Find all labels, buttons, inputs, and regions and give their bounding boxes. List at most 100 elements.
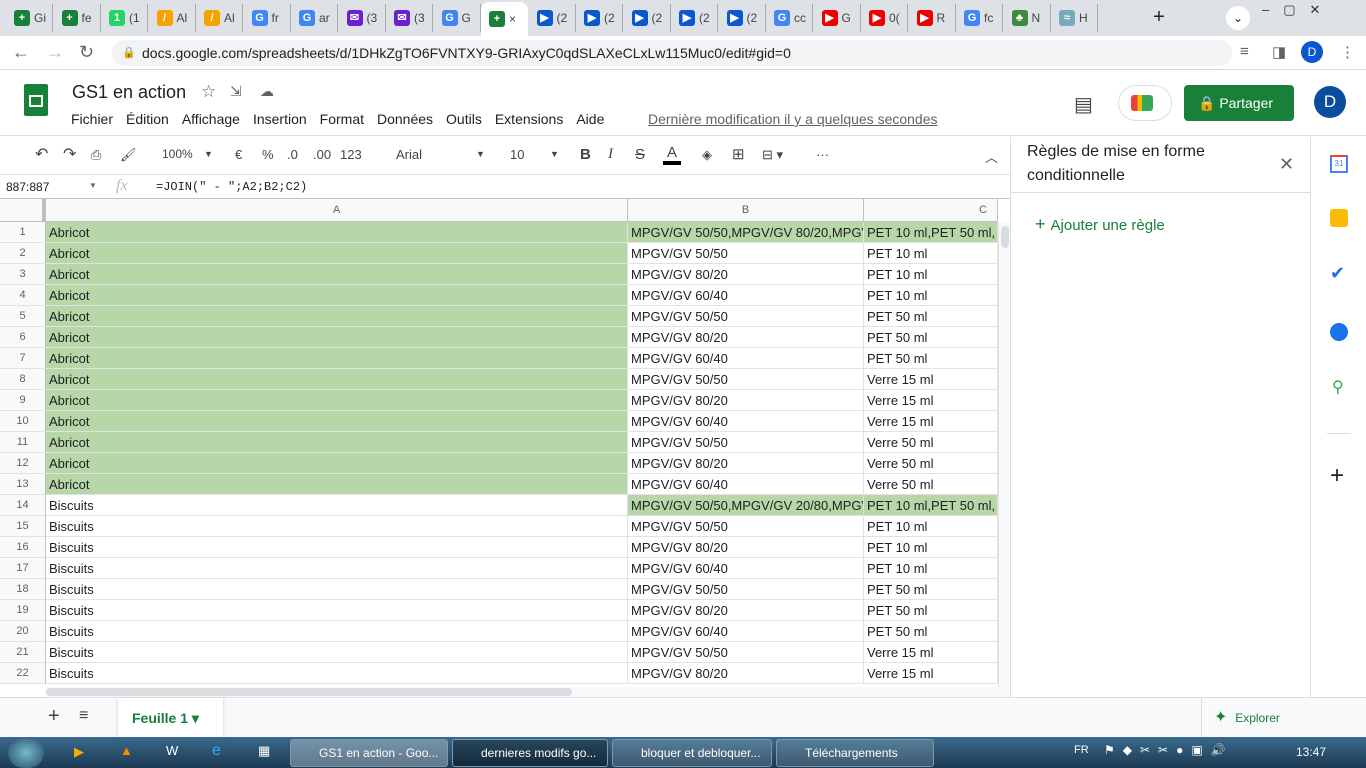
keep-icon[interactable]	[1330, 209, 1348, 227]
paint-format-icon[interactable]: 🖌	[120, 147, 137, 163]
row-header[interactable]: 16	[0, 537, 46, 558]
browser-tab[interactable]: Gfr	[244, 4, 291, 32]
start-button[interactable]	[8, 737, 44, 768]
cell-c[interactable]: PET 10 ml	[864, 558, 998, 579]
cell-a[interactable]: Abricot	[46, 285, 628, 306]
taskbar-window-notepad-2[interactable]: bloquer et debloquer...	[612, 739, 772, 767]
cell-a[interactable]: Biscuits	[46, 663, 628, 684]
cell-c[interactable]: Verre 15 ml	[864, 390, 998, 411]
cell-b[interactable]: MPGV/GV 60/40	[628, 285, 864, 306]
menu-4[interactable]: Format	[320, 111, 364, 127]
browser-tab[interactable]: ▶ (2	[671, 4, 718, 32]
cell-c[interactable]: PET 10 ml	[864, 285, 998, 306]
cell-a[interactable]: Abricot	[46, 348, 628, 369]
cell-a[interactable]: Biscuits	[46, 600, 628, 621]
italic-button[interactable]: I	[608, 146, 613, 163]
move-folder-icon[interactable]: ⇲	[230, 83, 242, 100]
collapse-toolbar-icon[interactable]: ︿	[985, 147, 998, 166]
decrease-decimal-button[interactable]: .0	[287, 147, 298, 162]
meet-button[interactable]	[1118, 85, 1172, 121]
cell-a[interactable]: Abricot	[46, 390, 628, 411]
browser-tab[interactable]: ≈ H	[1051, 4, 1098, 32]
browser-tab[interactable]: ▶ (2	[624, 4, 671, 32]
sheets-logo-icon[interactable]	[24, 84, 48, 116]
browser-tab[interactable]: 1 (1	[101, 4, 148, 32]
tasks-icon[interactable]: ✔	[1330, 263, 1345, 284]
cell-c[interactable]: Verre 50 ml	[864, 453, 998, 474]
sheet-tab-feuille-1[interactable]: Feuille 1 ▾	[118, 698, 223, 737]
forward-icon[interactable]: →	[46, 42, 64, 63]
browser-menu-icon[interactable]: ⋮	[1340, 43, 1355, 61]
vertical-scrollbar[interactable]	[998, 222, 1010, 687]
cell-c[interactable]: PET 10 ml,PET 50 ml,	[864, 222, 998, 243]
taskbar-window-downloads[interactable]: Téléchargements	[776, 739, 934, 767]
browser-tab[interactable]: / Al	[149, 4, 196, 32]
row-header[interactable]: 3	[0, 264, 46, 285]
calendar-icon[interactable]: 31	[1330, 155, 1348, 173]
browser-tab[interactable]: ▶ (2	[719, 4, 766, 32]
merge-cells-icon[interactable]: ⊟ ▾	[762, 147, 783, 163]
cell-a[interactable]: Biscuits	[46, 579, 628, 600]
horizontal-scrollbar[interactable]	[46, 687, 1010, 697]
cell-c[interactable]: PET 10 ml,PET 50 ml,	[864, 495, 998, 516]
row-header[interactable]: 11	[0, 432, 46, 453]
cell-b[interactable]: MPGV/GV 50/50,MPGV/GV 80/20,MPGV/GV 60/4…	[628, 222, 864, 243]
movie-maker-icon[interactable]: ▦	[258, 743, 270, 759]
row-header[interactable]: 1	[0, 222, 46, 243]
new-tab-button[interactable]: +	[1146, 5, 1172, 31]
row-header[interactable]: 17	[0, 558, 46, 579]
cell-a[interactable]: Biscuits	[46, 495, 628, 516]
cell-a[interactable]: Biscuits	[46, 642, 628, 663]
row-header[interactable]: 9	[0, 390, 46, 411]
cell-a[interactable]: Biscuits	[46, 516, 628, 537]
system-tray-icons[interactable]: ⚑◆✂✂●▣🔊	[1104, 743, 1234, 757]
font-size-select[interactable]: 10	[510, 147, 524, 162]
browser-tab[interactable]: ♣ N	[1004, 4, 1051, 32]
row-header[interactable]: 19	[0, 600, 46, 621]
row-header[interactable]: 22	[0, 663, 46, 684]
word-icon[interactable]: W	[166, 743, 178, 758]
row-header[interactable]: 2	[0, 243, 46, 264]
menu-5[interactable]: Données	[377, 111, 433, 127]
cell-b[interactable]: MPGV/GV 50/50	[628, 642, 864, 663]
row-header[interactable]: 5	[0, 306, 46, 327]
star-icon[interactable]: ☆	[201, 82, 216, 102]
cell-b[interactable]: MPGV/GV 80/20	[628, 327, 864, 348]
row-header[interactable]: 8	[0, 369, 46, 390]
browser-tab[interactable]: + Gi	[6, 4, 53, 32]
cell-a[interactable]: Abricot	[46, 453, 628, 474]
cell-c[interactable]: PET 10 ml	[864, 264, 998, 285]
cell-c[interactable]: Verre 15 ml	[864, 369, 998, 390]
undo-icon[interactable]: ↶	[35, 144, 48, 164]
cell-a[interactable]: Biscuits	[46, 558, 628, 579]
maps-icon[interactable]: ⚲	[1332, 377, 1344, 397]
add-sheet-icon[interactable]: +	[48, 705, 60, 728]
browser-tab[interactable]: ✉ (3	[339, 4, 386, 32]
menu-8[interactable]: Aide	[576, 111, 604, 127]
spreadsheet-grid[interactable]: A B C 1 Abricot MPGV/GV 50/50,MPGV/GV 80…	[0, 199, 1010, 687]
language-indicator[interactable]: FR	[1074, 744, 1089, 756]
cell-a[interactable]: Abricot	[46, 327, 628, 348]
menu-6[interactable]: Outils	[446, 111, 482, 127]
cell-c[interactable]: PET 50 ml	[864, 621, 998, 642]
browser-tab[interactable]: Gar	[291, 4, 338, 32]
cell-b[interactable]: MPGV/GV 50/50	[628, 579, 864, 600]
cell-a[interactable]: Abricot	[46, 306, 628, 327]
cell-c[interactable]: PET 10 ml	[864, 516, 998, 537]
borders-icon[interactable]: ⊞	[732, 145, 745, 163]
explore-button[interactable]: ✦ Explorer	[1201, 698, 1310, 737]
tab-search-button[interactable]: ⌄	[1226, 6, 1250, 30]
browser-tab[interactable]: ▶ R	[909, 4, 956, 32]
bold-button[interactable]: B	[580, 146, 591, 163]
cell-b[interactable]: MPGV/GV 50/50,MPGV/GV 20/80,MPGV/GV 60/4…	[628, 495, 864, 516]
cell-b[interactable]: MPGV/GV 80/20	[628, 453, 864, 474]
all-sheets-icon[interactable]: ≡	[79, 707, 88, 725]
row-header[interactable]: 4	[0, 285, 46, 306]
row-header[interactable]: 14	[0, 495, 46, 516]
close-icon[interactable]: ✕	[1279, 154, 1294, 175]
cell-b[interactable]: MPGV/GV 80/20	[628, 537, 864, 558]
url-field[interactable]: 🔒 docs.google.com/spreadsheets/d/1DHkZgTO…	[112, 40, 1232, 66]
profile-avatar[interactable]: D	[1301, 41, 1323, 63]
row-header[interactable]: 13	[0, 474, 46, 495]
vlc-icon[interactable]: ▲	[120, 743, 133, 758]
